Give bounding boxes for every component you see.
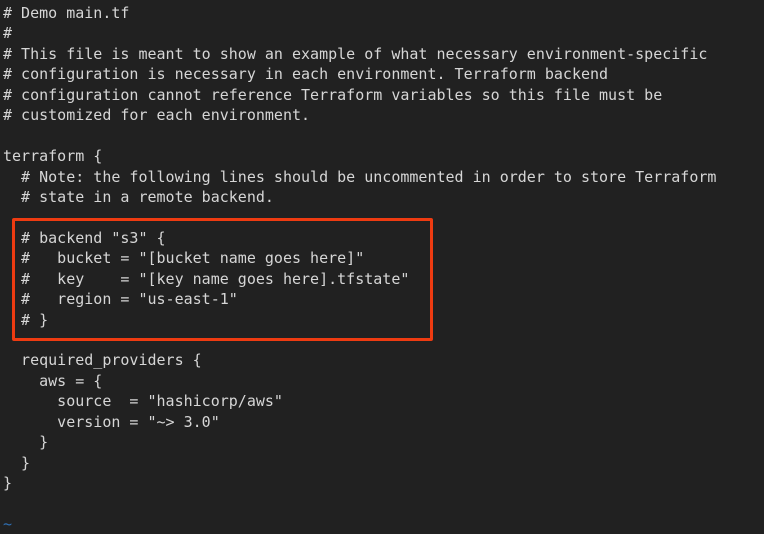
code-line: source = "hashicorp/aws" — [3, 392, 283, 411]
code-line: # configuration cannot reference Terrafo… — [3, 85, 663, 104]
code-line: # state in a remote backend. — [3, 187, 274, 206]
code-line: required_providers { — [3, 351, 202, 370]
code-line: } — [3, 474, 13, 493]
code-line: } — [3, 433, 49, 452]
terminal-window[interactable]: # Demo main.tf # # This file is meant to… — [0, 0, 764, 533]
code-line: # bucket = "[bucket name goes here]" — [3, 249, 365, 268]
empty-buffer-marker: ~ — [3, 514, 13, 533]
code-line: # customized for each environment. — [3, 106, 311, 125]
code-line: } — [3, 453, 31, 472]
code-line: # — [3, 24, 13, 43]
code-line: # region = "us-east-1" — [3, 290, 238, 309]
code-editor-buffer[interactable]: # Demo main.tf # # This file is meant to… — [0, 0, 764, 534]
code-line: # backend "s3" { — [3, 228, 166, 247]
code-line: version = "~> 3.0" — [3, 412, 220, 431]
code-line: # } — [3, 310, 49, 329]
code-line: # This file is meant to show an example … — [3, 44, 708, 63]
code-line: # Demo main.tf — [3, 4, 130, 22]
code-line: # Note: the following lines should be un… — [3, 167, 717, 186]
code-line: terraform { — [3, 147, 103, 166]
code-line: # configuration is necessary in each env… — [3, 65, 609, 84]
code-line: aws = { — [3, 371, 103, 390]
code-line: # key = "[key name goes here].tfstate" — [3, 269, 410, 288]
